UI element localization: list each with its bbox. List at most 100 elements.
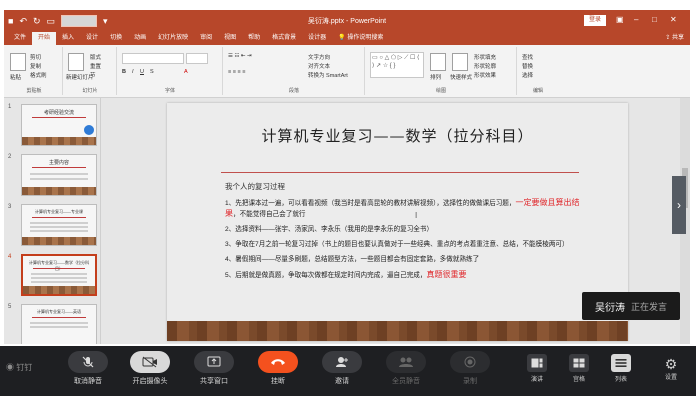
thumbnail-text-line xyxy=(30,230,88,232)
slide-body[interactable]: 1、先把课本过一遍，可以看看视频（我当时是看高昆轮的教材讲解视频），选择性的做做… xyxy=(225,198,585,286)
tab-help[interactable]: 帮助 xyxy=(242,32,266,45)
group-label-editing: 编辑 xyxy=(532,88,543,94)
quick-styles-button[interactable]: 快速样式 xyxy=(450,73,472,81)
speaker-view-button[interactable]: 演讲 xyxy=(520,354,554,383)
grid-view-button[interactable]: 宫格 xyxy=(562,354,596,383)
close-icon[interactable]: ✕ xyxy=(670,15,677,24)
item-text: 后期就是做真题，争取每次做都在规定时间内完成，逼自己完成， xyxy=(235,272,427,279)
format-painter-button[interactable]: 格式刷 xyxy=(30,71,47,79)
font-name-box[interactable] xyxy=(122,53,184,64)
align-icon[interactable]: ≡ ≡ ≡ ≡ xyxy=(228,69,245,75)
tab-design[interactable]: 设计 xyxy=(80,32,104,45)
share-window-button[interactable]: 共享窗口 xyxy=(186,351,242,386)
smartart-button[interactable]: 转换为 SmartArt xyxy=(308,71,348,79)
tab-animations[interactable]: 动画 xyxy=(128,32,152,45)
layout-button[interactable]: 版式 xyxy=(90,53,101,61)
slide-thumbnail-pane: 1 考研经验交流 2 主要内容 3 计算机专业复习——专业课 4 计算机专业复习… xyxy=(4,98,101,344)
invite-button[interactable]: 邀请 xyxy=(314,351,370,386)
shape-outline-button[interactable]: 形状轮廓 xyxy=(474,62,496,70)
tab-view[interactable]: 视图 xyxy=(218,32,242,45)
tab-slideshow[interactable]: 幻灯片放映 xyxy=(152,32,194,45)
paste-button[interactable]: 粘贴 xyxy=(10,73,21,81)
thumbnail-text-line xyxy=(30,178,88,180)
tab-insert[interactable]: 插入 xyxy=(56,32,80,45)
shape-fill-button[interactable]: 形状填充 xyxy=(474,53,496,61)
avatar xyxy=(84,125,94,135)
find-button[interactable]: 查找 xyxy=(522,53,533,61)
slide-heading[interactable]: 我个人的复习过程 xyxy=(225,181,285,192)
item-number: 4、 xyxy=(225,256,236,263)
arrange-button[interactable]: 排列 xyxy=(430,73,441,81)
tab-review[interactable]: 审阅 xyxy=(194,32,218,45)
meeting-control-bar: ◉ 钉钉 取消静音 开启摄像头 共享窗口 挂断 邀请 全员静音 录制 演讲 宫格… xyxy=(0,346,696,396)
thumbnail-rule xyxy=(32,117,86,118)
unmute-button[interactable]: 取消静音 xyxy=(60,351,116,386)
thumbnail-title: 主要内容 xyxy=(48,160,69,166)
thumbnail-rule xyxy=(32,317,86,318)
current-slide[interactable]: 计算机专业复习——数学（拉分科目） 我个人的复习过程 1、先把课本过一遍，可以看… xyxy=(167,103,628,341)
section-button[interactable]: 节 xyxy=(90,71,96,79)
record-label: 录制 xyxy=(463,378,477,385)
font-size-input[interactable] xyxy=(186,53,208,64)
cut-button[interactable]: 剪切 xyxy=(30,53,41,61)
camera-off-icon xyxy=(130,351,170,373)
tab-format-background[interactable]: 格式背景 xyxy=(266,32,302,45)
record-button[interactable]: 录制 xyxy=(442,351,498,386)
select-button[interactable]: 选择 xyxy=(522,71,533,79)
camera-button[interactable]: 开启摄像头 xyxy=(122,351,178,386)
speaker-status: 正在发言 xyxy=(630,301,667,312)
ribbon-group-editing: 查找 替换 选择 编辑 xyxy=(518,47,558,95)
shape-effects-button[interactable]: 形状效果 xyxy=(474,71,496,79)
thumbnail-floor xyxy=(22,137,96,145)
copy-button[interactable]: 复制 xyxy=(30,62,41,70)
ribbon-group-drawing: ▭ ○ △ ⬠ ▷ ⟋ ☐ ⟨ ⟩ ↗ ☆ { } 排列 快速样式 形状填充 形… xyxy=(366,47,517,95)
settings-button[interactable]: ⚙ 设置 xyxy=(656,356,686,381)
replace-button[interactable]: 替换 xyxy=(522,62,533,70)
group-label-paragraph: 段落 xyxy=(288,88,299,94)
gear-icon: ⚙ xyxy=(664,356,678,372)
slide-list-item: 2、选择资料——张宇、汤家凤、李永乐（我用的是李永乐的复习全书） xyxy=(225,225,585,235)
login-button[interactable]: 登录 xyxy=(584,15,606,26)
speaker-view-icon xyxy=(527,354,547,372)
paste-icon[interactable] xyxy=(10,53,26,71)
thumbnail-rule xyxy=(33,268,85,269)
item-text: 先把课本过一遍，可以看看视频（我当时是看高昆轮的教材讲解视频），选择性的做做课后… xyxy=(235,200,516,207)
font-color-icon[interactable]: A xyxy=(184,69,188,75)
item-highlight: 真题很重要 xyxy=(426,270,467,279)
dingtalk-logo: ◉ 钉钉 xyxy=(6,363,33,372)
thumbnail-text-line xyxy=(30,322,88,324)
new-slide-icon[interactable] xyxy=(68,53,84,71)
arrange-icon[interactable] xyxy=(430,53,446,71)
hangup-label: 挂断 xyxy=(271,378,285,385)
thumbnail-rule xyxy=(32,167,86,168)
reset-button[interactable]: 重置 xyxy=(90,62,101,70)
quick-styles-icon[interactable] xyxy=(452,53,468,71)
align-text-button[interactable]: 对齐文本 xyxy=(308,62,330,70)
lightbulb-icon: 💡 xyxy=(338,35,346,41)
expand-panel-arrow-icon[interactable]: › xyxy=(672,176,686,234)
group-label-slides: 幻灯片 xyxy=(82,88,98,94)
underline-icon[interactable]: U xyxy=(140,69,144,75)
tab-file[interactable]: 文件 xyxy=(8,32,32,45)
ribbon-display-icon[interactable]: ▣ xyxy=(616,15,624,24)
slide-title[interactable]: 计算机专业复习——数学（拉分科目） xyxy=(167,125,628,146)
mute-all-button[interactable]: 全员静音 xyxy=(378,351,434,386)
tab-transitions[interactable]: 切换 xyxy=(104,32,128,45)
text-direction-button[interactable]: 文字方向 xyxy=(308,53,330,61)
shadow-icon[interactable]: S xyxy=(150,69,154,75)
minimize-icon[interactable]: – xyxy=(634,15,638,24)
tell-me-search[interactable]: 💡 操作说明搜索 xyxy=(332,32,389,45)
share-label: 共享 xyxy=(671,35,684,41)
thumbnail-text-line xyxy=(31,277,87,279)
italic-icon[interactable]: I xyxy=(132,69,134,75)
maximize-icon[interactable]: □ xyxy=(652,15,657,24)
tab-designer[interactable]: 设计器 xyxy=(302,32,332,45)
hangup-button[interactable]: 挂断 xyxy=(250,351,306,386)
bold-icon[interactable]: B xyxy=(122,69,126,75)
share-button[interactable]: ⇪ 共享 xyxy=(665,32,684,45)
bullets-icon[interactable]: ☰ ☷ ⇤ ⇥ xyxy=(228,53,252,59)
slide-list-item: 1、先把课本过一遍，可以看看视频（我当时是看高昆轮的教材讲解视频），选择性的做做… xyxy=(225,198,585,220)
list-view-button[interactable]: 列表 xyxy=(604,354,638,383)
tab-home[interactable]: 开始 xyxy=(32,32,57,45)
shapes-gallery[interactable]: ▭ ○ △ ⬠ ▷ ⟋ ☐ ⟨ ⟩ ↗ ☆ { } xyxy=(370,52,424,78)
